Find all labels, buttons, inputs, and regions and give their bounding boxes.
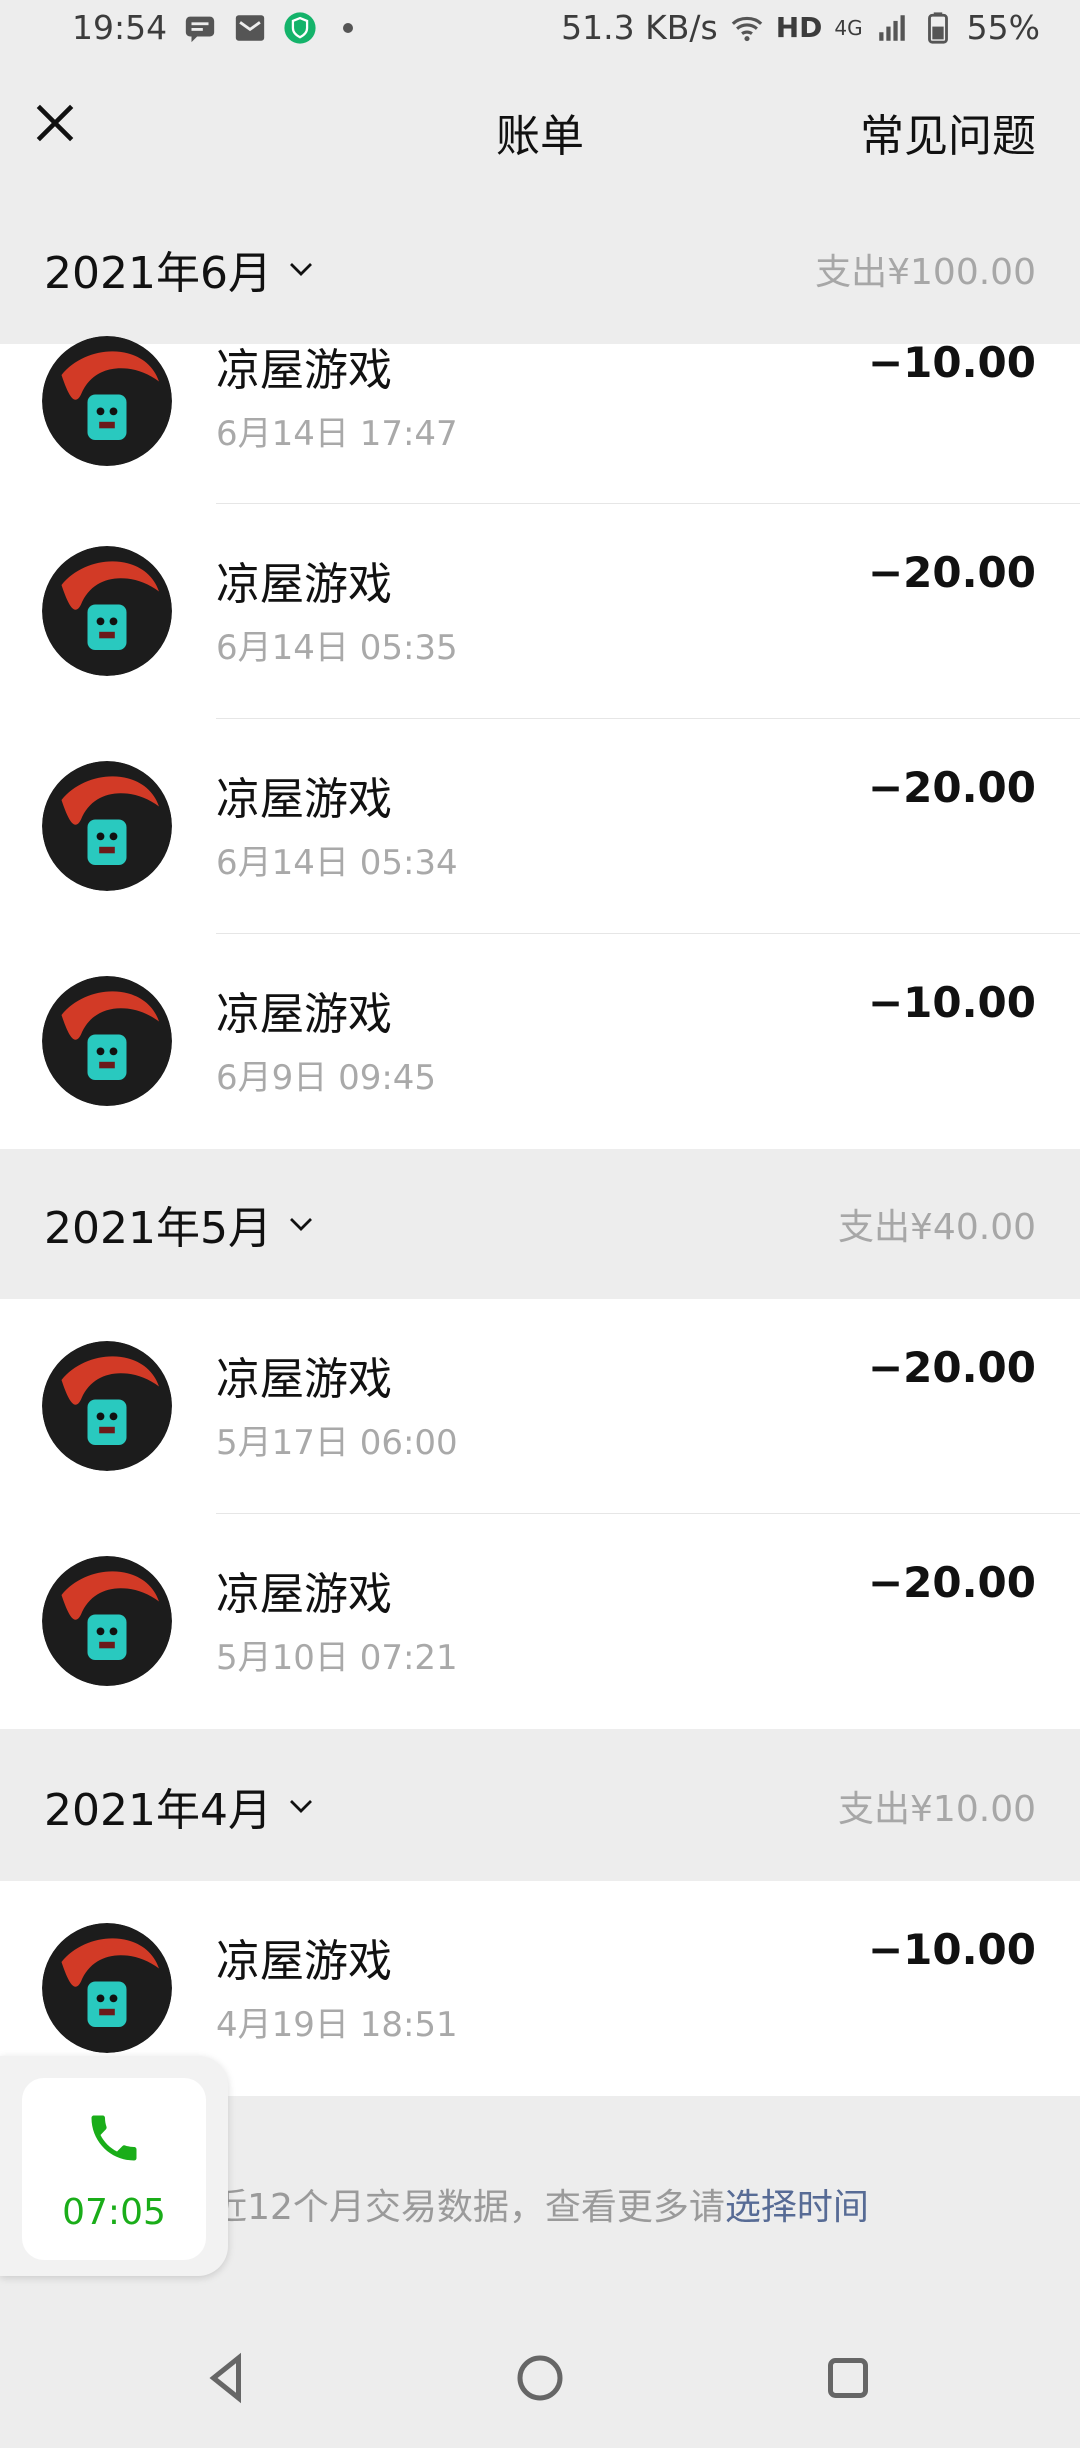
merchant-name: 凉屋游戏 xyxy=(216,559,392,610)
phone-icon xyxy=(91,2115,137,2161)
merchant-avatar xyxy=(42,546,172,676)
transaction-date: 6月14日 05:34 xyxy=(216,843,458,883)
merchant-name: 凉屋游戏 xyxy=(216,774,392,825)
transaction-amount: −10.00 xyxy=(867,1925,1036,1974)
floating-call-widget[interactable]: 07:05 xyxy=(0,2056,228,2276)
message-icon xyxy=(185,16,215,42)
footer-note-text: 近12个月交易数据，查看更多请 xyxy=(211,2187,725,2228)
merchant-name: 凉屋游戏 xyxy=(216,345,392,396)
month-label[interactable]: 2021年4月 xyxy=(44,1774,316,1838)
faq-link[interactable]: 常见问题 xyxy=(860,100,1036,164)
transaction-row[interactable]: 凉屋游戏 6月14日 05:35 −20.00 xyxy=(0,504,1080,719)
battery-percent: 55% xyxy=(966,8,1040,47)
network-speed: 51.3 KB/s xyxy=(561,8,718,47)
transaction-date: 6月9日 09:45 xyxy=(216,1058,437,1098)
transaction-row[interactable]: 凉屋游戏 5月10日 07:21 −20.00 xyxy=(0,1514,1080,1729)
transaction-amount: −20.00 xyxy=(867,763,1036,812)
month-text: 2021年5月 xyxy=(44,1203,272,1254)
select-time-link[interactable]: 选择时间 xyxy=(725,2187,869,2228)
mail-icon xyxy=(235,14,265,41)
month-spend: 支出¥100.00 xyxy=(815,252,1036,293)
header-bar: 账单 常见问题 xyxy=(0,58,1080,195)
recents-icon[interactable] xyxy=(818,2348,878,2408)
back-icon[interactable] xyxy=(196,2348,256,2408)
shield-icon xyxy=(284,11,316,44)
status-left: 19:54 xyxy=(72,8,354,47)
month-spend: 支出¥40.00 xyxy=(838,1207,1036,1248)
transaction-amount: −20.00 xyxy=(867,1343,1036,1392)
month-header-may[interactable]: 2021年5月 支出¥40.00 xyxy=(0,1149,1080,1299)
chevron-down-icon xyxy=(290,1800,312,1813)
transaction-amount: −20.00 xyxy=(867,1558,1036,1607)
merchant-name: 凉屋游戏 xyxy=(216,1936,392,1987)
transaction-date: 5月17日 06:00 xyxy=(216,1423,458,1463)
transaction-date: 5月10日 07:21 xyxy=(216,1638,458,1678)
month-header-june[interactable]: 2021年6月 支出¥100.00 xyxy=(0,194,1080,344)
merchant-avatar xyxy=(42,336,172,466)
transaction-row[interactable]: 凉屋游戏 5月17日 06:00 −20.00 xyxy=(0,1299,1080,1514)
transaction-row[interactable]: 凉屋游戏 6月9日 09:45 −10.00 xyxy=(0,934,1080,1149)
hd-label: HD xyxy=(775,11,823,44)
transaction-amount: −10.00 xyxy=(867,338,1036,387)
status-bar: 19:54 51.3 KB/s HD 4G 55% xyxy=(0,0,1080,58)
transaction-date: 6月14日 05:35 xyxy=(216,628,458,668)
transaction-date: 6月14日 17:47 xyxy=(216,414,458,454)
transaction-amount: −20.00 xyxy=(867,548,1036,597)
merchant-name: 凉屋游戏 xyxy=(216,989,392,1040)
month-spend: 支出¥10.00 xyxy=(838,1789,1036,1830)
call-duration: 07:05 xyxy=(62,2192,166,2233)
month-text: 2021年4月 xyxy=(44,1785,272,1836)
status-right: 51.3 KB/s HD 4G 55% xyxy=(561,8,1040,47)
merchant-avatar xyxy=(42,976,172,1106)
transaction-row[interactable]: 凉屋游戏 6月14日 17:47 −10.00 xyxy=(0,336,1080,504)
transaction-amount: −10.00 xyxy=(867,978,1036,1027)
system-nav-bar xyxy=(0,2308,1080,2448)
network-type: 4G xyxy=(834,15,863,40)
merchant-name: 凉屋游戏 xyxy=(216,1354,392,1405)
status-time: 19:54 xyxy=(72,8,168,47)
month-header-april[interactable]: 2021年4月 支出¥10.00 xyxy=(0,1731,1080,1881)
merchant-avatar xyxy=(42,1923,172,2053)
merchant-name: 凉屋游戏 xyxy=(216,1569,392,1620)
chevron-down-icon xyxy=(290,1218,312,1231)
wifi-icon xyxy=(731,16,762,41)
transaction-row[interactable]: 凉屋游戏 6月14日 05:34 −20.00 xyxy=(0,719,1080,934)
notification-dot xyxy=(343,22,354,33)
home-icon[interactable] xyxy=(510,2348,570,2408)
call-widget-card[interactable]: 07:05 xyxy=(22,2078,206,2260)
month-text: 2021年6月 xyxy=(44,248,272,299)
month-label[interactable]: 2021年6月 xyxy=(44,237,316,301)
merchant-avatar xyxy=(42,1341,172,1471)
transaction-date: 4月19日 18:51 xyxy=(216,2005,458,2045)
merchant-avatar xyxy=(42,1556,172,1686)
month-label[interactable]: 2021年5月 xyxy=(44,1192,316,1256)
merchant-avatar xyxy=(42,761,172,891)
signal-icon xyxy=(878,14,905,41)
chevron-down-icon xyxy=(290,263,312,276)
battery-icon xyxy=(927,11,948,44)
